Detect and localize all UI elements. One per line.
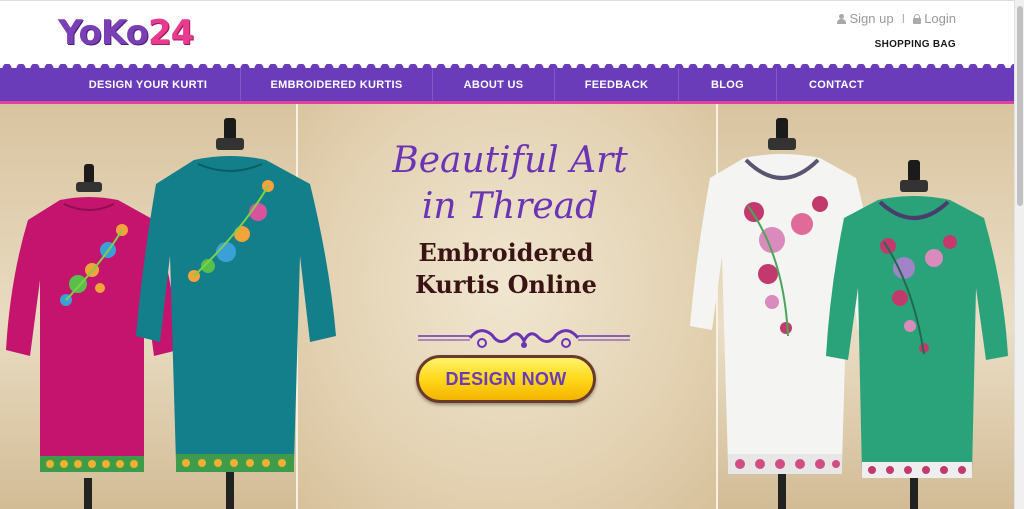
design-now-button[interactable]: DESIGN NOW: [416, 355, 596, 403]
kurti-image-green: [826, 160, 1008, 509]
headline-line-2: in Thread: [421, 186, 599, 227]
login-label: Login: [924, 11, 956, 26]
page: YoKo24 Sign up I Login SHOPPING BAG DESI…: [0, 0, 1014, 509]
user-icon: [837, 13, 847, 24]
nav-item-design-your-kurti[interactable]: DESIGN YOUR KURTI: [56, 68, 240, 101]
account-separator: I: [901, 11, 906, 26]
nav-item-embroidered-kurtis[interactable]: EMBROIDERED KURTIS: [240, 68, 432, 101]
nav-item-blog[interactable]: BLOG: [678, 68, 776, 101]
nav-item-about-us[interactable]: ABOUT US: [432, 68, 554, 101]
site-header: YoKo24 Sign up I Login SHOPPING BAG: [0, 0, 1014, 68]
subheadline-line-1: Embroidered: [418, 238, 594, 267]
headline-line-1: Beautiful Art: [392, 140, 628, 181]
main-nav: DESIGN YOUR KURTI EMBROIDERED KURTIS ABO…: [0, 68, 1014, 104]
logo-text-yoko: YoKo: [58, 13, 149, 53]
nav-list: DESIGN YOUR KURTI EMBROIDERED KURTIS ABO…: [56, 68, 896, 101]
account-links: Sign up I Login: [837, 11, 956, 26]
logo-text-24: 24: [147, 13, 194, 53]
scrollbar-thumb[interactable]: [1017, 6, 1023, 206]
hero-banner[interactable]: Beautiful Art in Thread Embroidered Kurt…: [0, 104, 1014, 509]
shopping-bag-link[interactable]: SHOPPING BAG: [875, 39, 956, 50]
lock-icon: [913, 13, 922, 24]
login-link[interactable]: Login: [913, 11, 956, 26]
flourish-ornament: [418, 329, 630, 348]
nav-item-feedback[interactable]: FEEDBACK: [554, 68, 678, 101]
sign-up-link[interactable]: Sign up: [837, 11, 894, 26]
site-logo[interactable]: YoKo24: [58, 13, 194, 53]
subheadline-line-2: Kurtis Online: [415, 270, 597, 299]
hero-subheadline: Embroidered Kurtis Online: [330, 237, 682, 301]
sign-up-label: Sign up: [849, 11, 894, 26]
page-scrollbar[interactable]: [1014, 0, 1024, 509]
nav-item-contact[interactable]: CONTACT: [776, 68, 896, 101]
kurti-image-teal: [136, 118, 336, 509]
hero-headline: Beautiful Art in Thread: [350, 138, 670, 230]
